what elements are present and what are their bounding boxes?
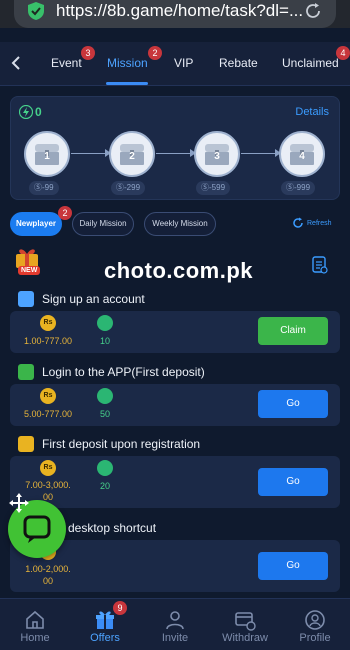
app-login-task-icon — [18, 364, 34, 380]
url-bar[interactable]: https://8b.game/home/task?dl=... — [14, 0, 336, 28]
chest-connector — [71, 153, 107, 154]
withdraw-icon — [235, 612, 256, 631]
chest-cost-4: Ⓢ-999 — [281, 181, 316, 195]
points-value: 0 — [35, 105, 42, 119]
chest-3[interactable]: 3 — [194, 131, 240, 177]
chest-connector — [241, 153, 277, 154]
reward-value-line1: 1.00-2,000. — [25, 564, 71, 574]
chest-number: 4 — [299, 151, 305, 162]
nav-invite[interactable]: Invite — [140, 599, 210, 650]
tab-vip[interactable]: VIP — [174, 56, 193, 70]
chest-cost-2: Ⓢ-299 — [111, 181, 146, 195]
profile-icon — [305, 610, 325, 630]
task-notes-icon[interactable] — [312, 256, 328, 274]
tab-event-badge: 3 — [81, 46, 95, 60]
chest-cost-1: Ⓢ-99 — [29, 181, 59, 195]
bolt-points-icon — [97, 388, 113, 404]
tab-mission[interactable]: Mission — [107, 56, 148, 70]
task-title: desktop shortcut — [68, 521, 157, 535]
move-icon[interactable] — [8, 492, 30, 514]
points-value: 50 — [100, 409, 111, 419]
shield-check-icon — [28, 2, 44, 20]
nav-offers[interactable]: Offers — [70, 599, 140, 650]
points-value: 10 — [100, 336, 111, 346]
nav-withdraw[interactable]: Withdraw — [210, 599, 280, 650]
tab-rebate[interactable]: Rebate — [219, 56, 258, 70]
bottom-nav: Home Offers 9 Invite Withdraw Profile — [0, 598, 350, 650]
chest-4[interactable]: 4 — [279, 131, 325, 177]
chest-2[interactable]: 2 — [109, 131, 155, 177]
chest-1[interactable]: 1 — [24, 131, 70, 177]
gift-icon — [96, 611, 114, 629]
browser-bar: https://8b.game/home/task?dl=... — [0, 0, 350, 28]
go-button[interactable]: Go — [258, 552, 328, 580]
tab-mission-badge: 2 — [148, 46, 162, 60]
refresh-icon[interactable] — [291, 216, 305, 230]
task-title: First deposit upon registration — [42, 437, 201, 451]
claim-button[interactable]: Claim — [258, 317, 328, 345]
nav-label: Offers — [90, 632, 120, 644]
rupee-coin-icon: Rs — [40, 460, 56, 476]
go-button[interactable]: Go — [258, 468, 328, 496]
chest-progress-panel: 0 Details 1 2 3 4 Ⓢ-99 Ⓢ-299 Ⓢ-599 Ⓢ-999 — [10, 96, 340, 200]
subtab-daily-mission[interactable]: Daily Mission — [72, 212, 134, 236]
chest-number: 1 — [44, 151, 50, 162]
first-deposit-task-icon — [18, 436, 34, 452]
newplayer-badge: 2 — [58, 206, 72, 220]
task-page: https://8b.game/home/task?dl=... Event 3… — [0, 0, 350, 650]
bolt-icon — [19, 105, 33, 119]
chest-cost-value: 99 — [44, 183, 54, 192]
rupee-coin-icon: Rs — [40, 388, 56, 404]
details-link[interactable]: Details — [295, 106, 329, 118]
back-chevron-icon[interactable] — [8, 54, 24, 72]
task-title: Login to the APP(First deposit) — [42, 365, 205, 379]
nav-label: Home — [20, 632, 50, 644]
new-label: NEW — [18, 266, 41, 275]
bolt-points-icon — [97, 460, 113, 476]
url-text[interactable]: https://8b.game/home/task?dl=... — [56, 1, 306, 21]
top-tabs: Event 3 Mission 2 VIP Rebate Unclaimed 4 — [0, 42, 350, 86]
chest-cost-value: 299 — [126, 183, 141, 192]
reload-icon[interactable] — [304, 2, 322, 20]
refresh-label[interactable]: Refresh — [307, 220, 332, 227]
task-title: Sign up an account — [42, 292, 145, 306]
task-card-app-login: Rs 5.00-777.00 50 Go — [10, 384, 340, 426]
active-tab-indicator — [106, 82, 148, 85]
offers-badge: 9 — [113, 601, 127, 615]
home-icon — [26, 610, 44, 629]
reward-value: 5.00-777.00 — [23, 409, 73, 419]
chest-number: 2 — [129, 151, 135, 162]
nav-label: Profile — [299, 632, 331, 644]
points-value: 20 — [100, 481, 111, 491]
nav-label: Invite — [161, 632, 189, 644]
go-button[interactable]: Go — [258, 390, 328, 418]
bolt-points-icon — [97, 315, 113, 331]
signup-task-icon — [18, 291, 34, 307]
chest-connector — [156, 153, 192, 154]
nav-home[interactable]: Home — [0, 599, 70, 650]
chest-cost-value: 599 — [211, 183, 226, 192]
rupee-coin-icon: Rs — [40, 315, 56, 331]
tab-event[interactable]: Event — [51, 56, 82, 70]
new-gift-badge: NEW — [12, 246, 48, 278]
reward-value-line2: 00 — [42, 576, 53, 586]
nav-profile[interactable]: Profile — [280, 599, 350, 650]
tab-unclaimed-badge: 4 — [336, 46, 350, 60]
task-card-signup: Rs 1.00-777.00 10 Claim — [10, 311, 340, 353]
tab-unclaimed[interactable]: Unclaimed — [282, 56, 339, 70]
subtab-newplayer[interactable]: Newplayer — [10, 212, 62, 236]
subtab-weekly-mission[interactable]: Weekly Mission — [144, 212, 216, 236]
invite-icon — [166, 611, 184, 630]
chest-cost-value: 999 — [296, 183, 311, 192]
reward-value-line1: 7.00-3,000. — [25, 480, 71, 490]
watermark-text: choto.com.pk — [104, 258, 254, 283]
chest-cost-3: Ⓢ-599 — [196, 181, 231, 195]
reward-value: 1.00-777.00 — [23, 336, 73, 346]
chest-number: 3 — [214, 151, 220, 162]
nav-label: Withdraw — [222, 632, 268, 644]
